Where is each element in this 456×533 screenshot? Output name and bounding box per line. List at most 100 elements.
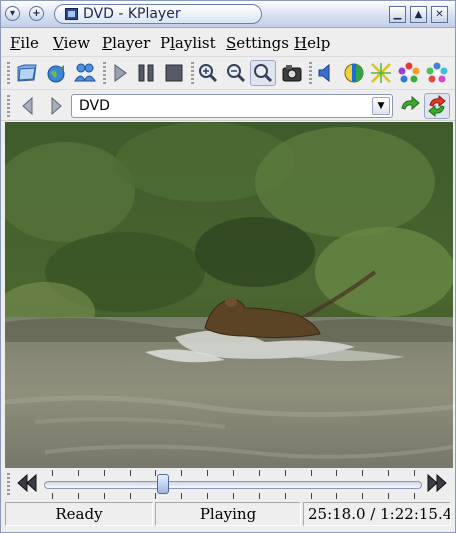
hue-button[interactable]: [396, 60, 422, 86]
seek-tick: [155, 493, 156, 499]
seek-tick: [285, 493, 286, 499]
video-display[interactable]: [5, 122, 453, 468]
saturation-button[interactable]: [424, 60, 450, 86]
open-subtitles-button[interactable]: [72, 60, 98, 86]
seek-tick: [336, 493, 337, 499]
stop-button[interactable]: [161, 60, 187, 86]
status-bar: Ready Playing 25:18.0 / 1:22:15.4: [1, 500, 455, 532]
seek-tick: [207, 470, 208, 476]
previous-button[interactable]: [15, 93, 41, 119]
contrast-button[interactable]: [341, 60, 367, 86]
seek-tick: [52, 470, 53, 476]
snapshot-icon: [282, 65, 302, 82]
zoom-in-button[interactable]: [195, 60, 221, 86]
seek-tick: [311, 493, 312, 499]
menu-help[interactable]: Help: [294, 34, 330, 52]
snapshot-button[interactable]: [279, 60, 305, 86]
play-icon: [114, 64, 127, 82]
sticky-icon[interactable]: +: [29, 6, 44, 21]
shuffle-button[interactable]: [424, 93, 450, 119]
title-pill: DVD - KPlayer: [54, 4, 262, 24]
video-frame: [5, 122, 453, 468]
open-file-icon: [17, 64, 37, 82]
menu-player[interactable]: Player: [102, 34, 150, 52]
zoom-in-icon: [199, 64, 218, 83]
seek-tick: [78, 493, 79, 499]
menu-bar: File View Player Playlist Settings Help: [1, 29, 455, 55]
menu-view[interactable]: View: [53, 34, 90, 52]
seek-handle[interactable]: [157, 474, 169, 494]
loop-button[interactable]: [397, 93, 423, 119]
rewind-icon: [17, 473, 37, 493]
seek-tick: [130, 470, 131, 476]
playlist-combo[interactable]: DVD ▼: [71, 94, 393, 118]
seek-tick: [78, 470, 79, 476]
fast-forward-icon: [427, 473, 447, 493]
status-playing: Playing: [155, 502, 301, 526]
stop-icon: [165, 64, 183, 82]
seek-tick: [259, 470, 260, 476]
seek-tick: [233, 470, 234, 476]
seek-tick: [414, 470, 415, 476]
seek-tick: [362, 470, 363, 476]
title-bar[interactable]: ▾ + DVD - KPlayer ▁ ▲ ✕: [1, 1, 455, 28]
toolbar-grip[interactable]: [7, 473, 10, 495]
seek-tick: [362, 493, 363, 499]
maximize-button[interactable]: ▲: [410, 6, 427, 23]
seek-tick: [233, 493, 234, 499]
menu-file[interactable]: File: [10, 34, 39, 52]
seek-tick: [104, 493, 105, 499]
next-button[interactable]: [43, 93, 69, 119]
playlist-current: DVD: [79, 98, 110, 114]
rewind-button[interactable]: [14, 470, 40, 496]
window-menu-icon[interactable]: ▾: [5, 6, 20, 21]
seek-tick: [259, 493, 260, 499]
toolbar-grip[interactable]: [7, 95, 10, 117]
zoom-reset-icon: [254, 64, 273, 83]
playlist-toolbar: DVD ▼: [1, 89, 455, 121]
contrast-icon: [344, 63, 364, 83]
brightness-button[interactable]: [368, 60, 394, 86]
zoom-reset-button[interactable]: [250, 60, 276, 86]
status-ready: Ready: [5, 502, 153, 526]
open-url-button[interactable]: [43, 60, 69, 86]
seek-tick: [181, 470, 182, 476]
seek-tick: [388, 493, 389, 499]
play-button[interactable]: [107, 60, 133, 86]
status-time: 25:18.0 / 1:22:15.4: [303, 502, 451, 526]
menu-playlist[interactable]: Playlist: [160, 34, 216, 52]
menu-settings[interactable]: Settings: [226, 34, 289, 52]
open-file-button[interactable]: [14, 60, 40, 86]
open-subtitles-icon: [74, 63, 96, 82]
next-icon: [51, 96, 62, 116]
seek-tick: [311, 470, 312, 476]
toolbar-grip[interactable]: [191, 62, 194, 84]
minimize-button[interactable]: ▁: [389, 6, 406, 23]
toolbar-grip[interactable]: [309, 62, 312, 84]
seek-tick: [207, 493, 208, 499]
window-title: DVD - KPlayer: [83, 6, 181, 22]
pause-button[interactable]: [133, 60, 159, 86]
chevron-down-icon[interactable]: ▼: [372, 97, 390, 115]
seek-tick: [52, 493, 53, 499]
volume-icon: [318, 63, 330, 83]
previous-icon: [22, 96, 33, 116]
seek-tick: [388, 470, 389, 476]
kplayer-window: ▾ + DVD - KPlayer ▁ ▲ ✕ File View Player…: [0, 0, 456, 533]
volume-button[interactable]: [313, 60, 339, 86]
zoom-out-button[interactable]: [223, 60, 249, 86]
hue-icon: [398, 62, 420, 83]
seek-tick: [285, 470, 286, 476]
loop-icon: [401, 95, 420, 111]
pause-icon: [138, 64, 154, 82]
toolbar-grip[interactable]: [7, 62, 10, 84]
toolbar-grip[interactable]: [103, 62, 106, 84]
seek-slider[interactable]: [44, 481, 422, 489]
seek-tick: [130, 493, 131, 499]
seek-tick: [414, 493, 415, 499]
shuffle-icon: [428, 94, 446, 118]
fast-forward-button[interactable]: [424, 470, 450, 496]
seek-tick: [181, 493, 182, 499]
seek-bar: [1, 468, 455, 499]
close-button[interactable]: ✕: [431, 6, 448, 23]
